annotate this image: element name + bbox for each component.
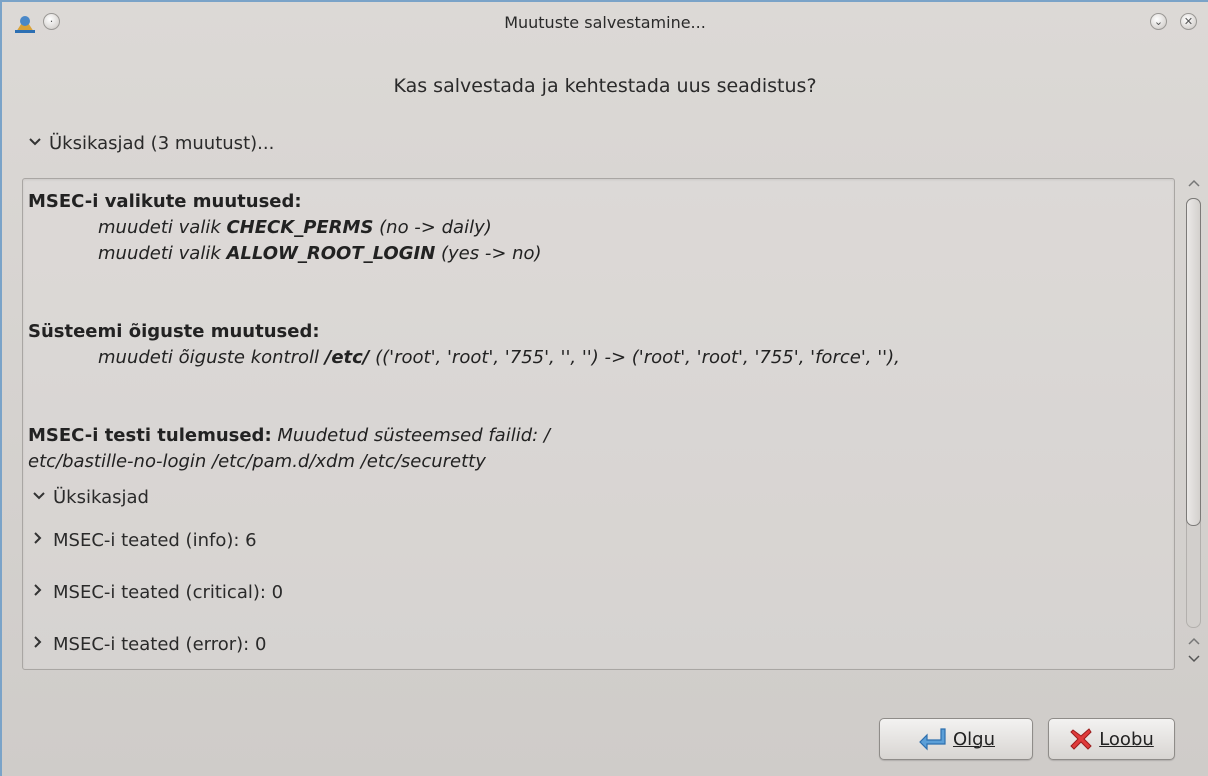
chevron-right-icon xyxy=(33,632,45,658)
close-icon[interactable]: ✕ xyxy=(1180,13,1197,30)
msec-options-header: MSEC-i valikute muutused: xyxy=(28,191,302,212)
test-results: MSEC-i testi tulemused: Muudetud süsteem… xyxy=(28,423,1174,449)
dialog-window: · Muutuste salvestamine... ⌄ ✕ Kas salve… xyxy=(0,0,1208,776)
details-toggle-label: Üksikasjad (3 muutust)... xyxy=(49,133,275,154)
cancel-button[interactable]: Loobu xyxy=(1048,718,1175,760)
chevron-down-icon xyxy=(33,485,45,511)
details-toggle[interactable]: Üksikasjad (3 muutust)... xyxy=(29,133,274,154)
msec-error-label: MSEC-i teated (error): 0 xyxy=(53,634,267,655)
msec-change-line: muudeti valik CHECK_PERMS (no -> daily) xyxy=(98,217,492,238)
msec-info-label: MSEC-i teated (info): 6 xyxy=(53,530,257,551)
test-results-text-cont: etc/bastille-no-login /etc/pam.d/xdm /et… xyxy=(28,451,486,472)
changes-content: MSEC-i valikute muutused: muudeti valik … xyxy=(28,189,1174,658)
minimize-icon[interactable]: ⌄ xyxy=(1150,13,1167,30)
changes-text-area[interactable]: MSEC-i valikute muutused: muudeti valik … xyxy=(22,178,1175,670)
chevron-right-icon xyxy=(33,528,45,554)
test-results-header: MSEC-i testi tulemused: xyxy=(28,425,272,446)
scroll-down-icon[interactable] xyxy=(1186,652,1202,666)
red-x-icon xyxy=(1070,728,1092,750)
cancel-label: Loobu xyxy=(1099,728,1154,750)
scrollbar-handle[interactable] xyxy=(1186,198,1201,526)
sub-details-toggle[interactable]: Üksikasjad xyxy=(33,485,1174,511)
msec-critical-label: MSEC-i teated (critical): 0 xyxy=(53,582,284,603)
msec-change-line: muudeti valik ALLOW_ROOT_LOGIN (yes -> n… xyxy=(98,243,542,264)
scroll-up-icon[interactable] xyxy=(1186,634,1202,648)
option-name: ALLOW_ROOT_LOGIN xyxy=(226,243,436,264)
dialog-question: Kas salvestada ja kehtestada uus seadist… xyxy=(393,75,817,97)
ok-label: Olgu xyxy=(952,728,995,750)
scroll-up-icon[interactable] xyxy=(1186,176,1202,190)
option-name: CHECK_PERMS xyxy=(226,217,374,238)
test-results-text: Muudetud süsteemsed failid: / xyxy=(271,425,550,446)
sub-details-label: Üksikasjad xyxy=(53,487,149,508)
path-name: /etc/ xyxy=(324,347,370,368)
window-title: Muutuste salvestamine... xyxy=(504,13,706,32)
msec-critical-toggle[interactable]: MSEC-i teated (critical): 0 xyxy=(33,580,1174,606)
chevron-right-icon xyxy=(33,580,45,606)
vertical-scrollbar[interactable] xyxy=(1183,174,1205,684)
title-bar[interactable]: · Muutuste salvestamine... ⌄ ✕ xyxy=(2,2,1208,42)
ok-arrow-icon xyxy=(919,728,946,751)
chevron-down-icon xyxy=(29,136,41,151)
ok-button[interactable]: Olgu xyxy=(879,718,1033,760)
msec-error-toggle[interactable]: MSEC-i teated (error): 0 xyxy=(33,632,1174,658)
permission-change-line: muudeti õiguste kontroll /etc/ (('root',… xyxy=(98,347,900,368)
msec-info-toggle[interactable]: MSEC-i teated (info): 6 xyxy=(33,528,1174,554)
permissions-header: Süsteemi õiguste muutused: xyxy=(28,321,320,342)
